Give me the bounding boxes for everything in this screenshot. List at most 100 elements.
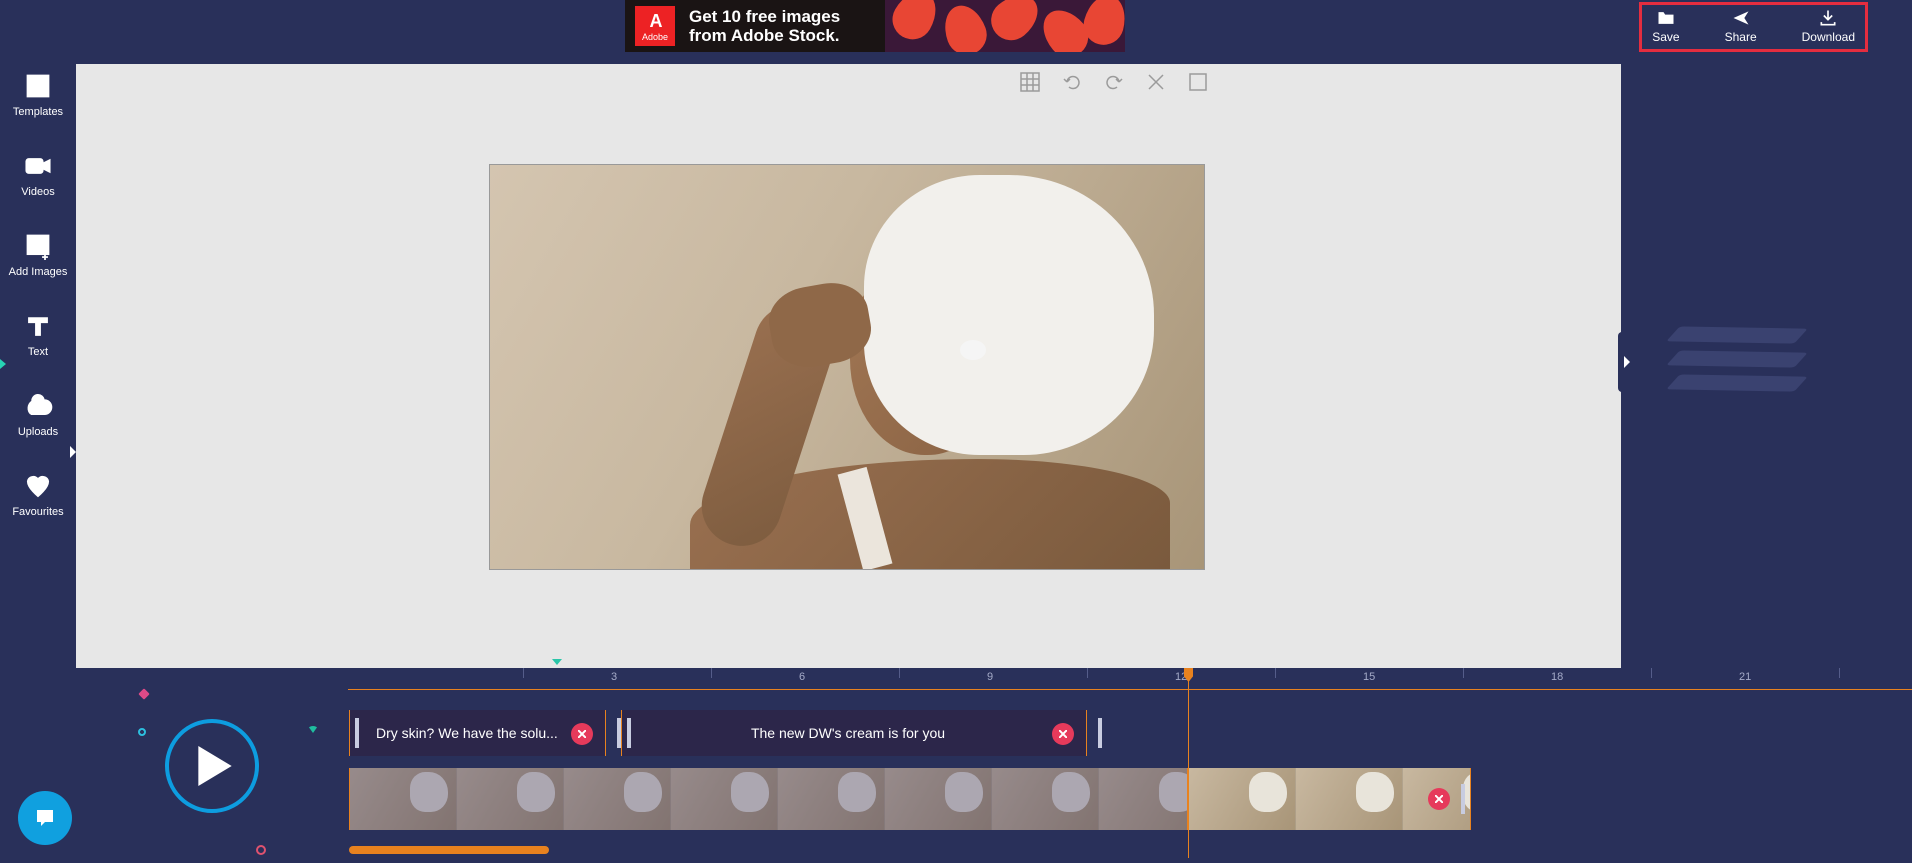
videos-icon	[23, 152, 53, 180]
close-button[interactable]	[1146, 72, 1166, 92]
ad-banner[interactable]: A Adobe Get 10 free images from Adobe St…	[625, 0, 1125, 52]
heart-icon	[23, 472, 53, 500]
decoration	[138, 688, 149, 699]
sidebar-label: Uploads	[18, 426, 58, 438]
ruler-tick: 18	[1551, 671, 1563, 683]
redo-icon	[1104, 72, 1124, 92]
video-thumbnail	[564, 768, 671, 830]
video-thumbnail	[350, 768, 457, 830]
ruler-tick: 6	[799, 671, 805, 683]
chat-button[interactable]	[18, 791, 72, 845]
ruler-tick: 9	[987, 671, 993, 683]
close-icon	[1146, 72, 1166, 92]
clip-handle-right[interactable]	[1461, 784, 1465, 814]
text-clip[interactable]: Dry skin? We have the solu...	[349, 710, 606, 756]
text-clip[interactable]: The new DW's cream is for you	[621, 710, 1087, 756]
video-thumbnail	[1189, 768, 1296, 830]
layer-icon	[1666, 350, 1808, 367]
chat-icon	[32, 806, 58, 830]
video-track	[349, 768, 1912, 830]
download-button[interactable]: Download	[1802, 8, 1855, 44]
layers-button[interactable]	[1672, 320, 1802, 410]
video-clip[interactable]	[349, 768, 1188, 830]
grid-icon	[1020, 72, 1040, 92]
clip-delete-button[interactable]	[571, 723, 593, 745]
clip-delete-button[interactable]	[1052, 723, 1074, 745]
sidebar-label: Templates	[13, 106, 63, 118]
sidebar-item-favourites[interactable]: Favourites	[12, 472, 63, 518]
download-label: Download	[1802, 30, 1855, 44]
ruler-tick: 15	[1363, 671, 1375, 683]
layer-icon	[1666, 326, 1808, 343]
video-thumbnail	[1099, 768, 1188, 830]
timeline: 3 6 9 12 15 18 21 24 Dry skin? We have t…	[76, 668, 1912, 863]
add-images-icon	[23, 232, 53, 260]
sidebar-label: Favourites	[12, 506, 63, 518]
chevron-right-icon	[1622, 355, 1632, 369]
sidebar-item-templates[interactable]: Templates	[13, 72, 63, 118]
sidebar-label: Text	[28, 346, 48, 358]
video-thumbnail	[1296, 768, 1403, 830]
decoration	[256, 845, 266, 855]
uploads-icon	[23, 392, 53, 420]
video-preview[interactable]	[489, 164, 1205, 570]
sidebar-item-add-images[interactable]: Add Images	[9, 232, 68, 278]
folder-icon	[1653, 8, 1679, 28]
sidebar-item-text[interactable]: Text	[23, 312, 53, 358]
timeline-scrollbar[interactable]	[349, 846, 549, 854]
left-sidebar: Templates Videos Add Images Text Uploads…	[0, 52, 76, 672]
x-icon	[578, 730, 586, 738]
video-thumbnail	[671, 768, 778, 830]
clip-handle-left[interactable]	[355, 718, 359, 748]
text-clip-label: Dry skin? We have the solu...	[376, 725, 558, 741]
fullscreen-button[interactable]	[1188, 72, 1208, 92]
grid-button[interactable]	[1020, 72, 1040, 92]
video-thumbnail	[457, 768, 564, 830]
undo-icon	[1062, 72, 1082, 92]
video-thumbnail	[885, 768, 992, 830]
decoration	[136, 726, 147, 737]
top-actions-highlight: Save Share Download	[1639, 2, 1868, 52]
share-label: Share	[1725, 30, 1757, 44]
undo-button[interactable]	[1062, 72, 1082, 92]
clip-delete-button[interactable]	[1428, 788, 1450, 810]
text-clip-label: The new DW's cream is for you	[751, 725, 945, 741]
video-thumbnail	[992, 768, 1099, 830]
play-icon	[197, 746, 233, 786]
sidebar-label: Videos	[21, 186, 54, 198]
ruler-tick: 3	[611, 671, 617, 683]
canvas-area	[76, 64, 1621, 668]
sidebar-active-indicator	[0, 359, 6, 369]
layer-icon	[1666, 374, 1808, 391]
share-button[interactable]: Share	[1725, 8, 1757, 44]
sidebar-label: Add Images	[9, 266, 68, 278]
ad-pattern	[885, 0, 1125, 52]
ruler-tick: 21	[1739, 671, 1751, 683]
right-panel-expand-button[interactable]	[1618, 332, 1636, 392]
video-thumbnail	[778, 768, 885, 830]
text-track: Dry skin? We have the solu... The new DW…	[349, 710, 1912, 758]
canvas-toolbar	[1020, 72, 1208, 92]
clip-handle-right[interactable]	[1098, 718, 1102, 748]
decoration	[308, 726, 318, 733]
redo-button[interactable]	[1104, 72, 1124, 92]
top-bar: A Adobe Get 10 free images from Adobe St…	[0, 0, 1912, 52]
video-clip[interactable]	[1188, 768, 1471, 830]
save-button[interactable]: Save	[1652, 8, 1679, 44]
play-button[interactable]	[165, 719, 259, 813]
sidebar-item-videos[interactable]: Videos	[21, 152, 54, 198]
templates-icon	[23, 72, 53, 100]
clip-handle-left[interactable]	[627, 718, 631, 748]
adobe-logo-icon: A Adobe	[635, 6, 675, 46]
download-icon	[1815, 8, 1841, 28]
sidebar-item-uploads[interactable]: Uploads	[18, 392, 58, 438]
dropdown-marker-icon	[552, 659, 562, 665]
x-icon	[1435, 795, 1443, 803]
play-area	[76, 668, 348, 863]
ad-text: Get 10 free images from Adobe Stock.	[689, 7, 840, 45]
timeline-ruler[interactable]: 3 6 9 12 15 18 21 24	[348, 668, 1912, 690]
save-label: Save	[1652, 30, 1679, 44]
text-icon	[23, 312, 53, 340]
square-icon	[1188, 72, 1208, 92]
share-icon	[1728, 8, 1754, 28]
